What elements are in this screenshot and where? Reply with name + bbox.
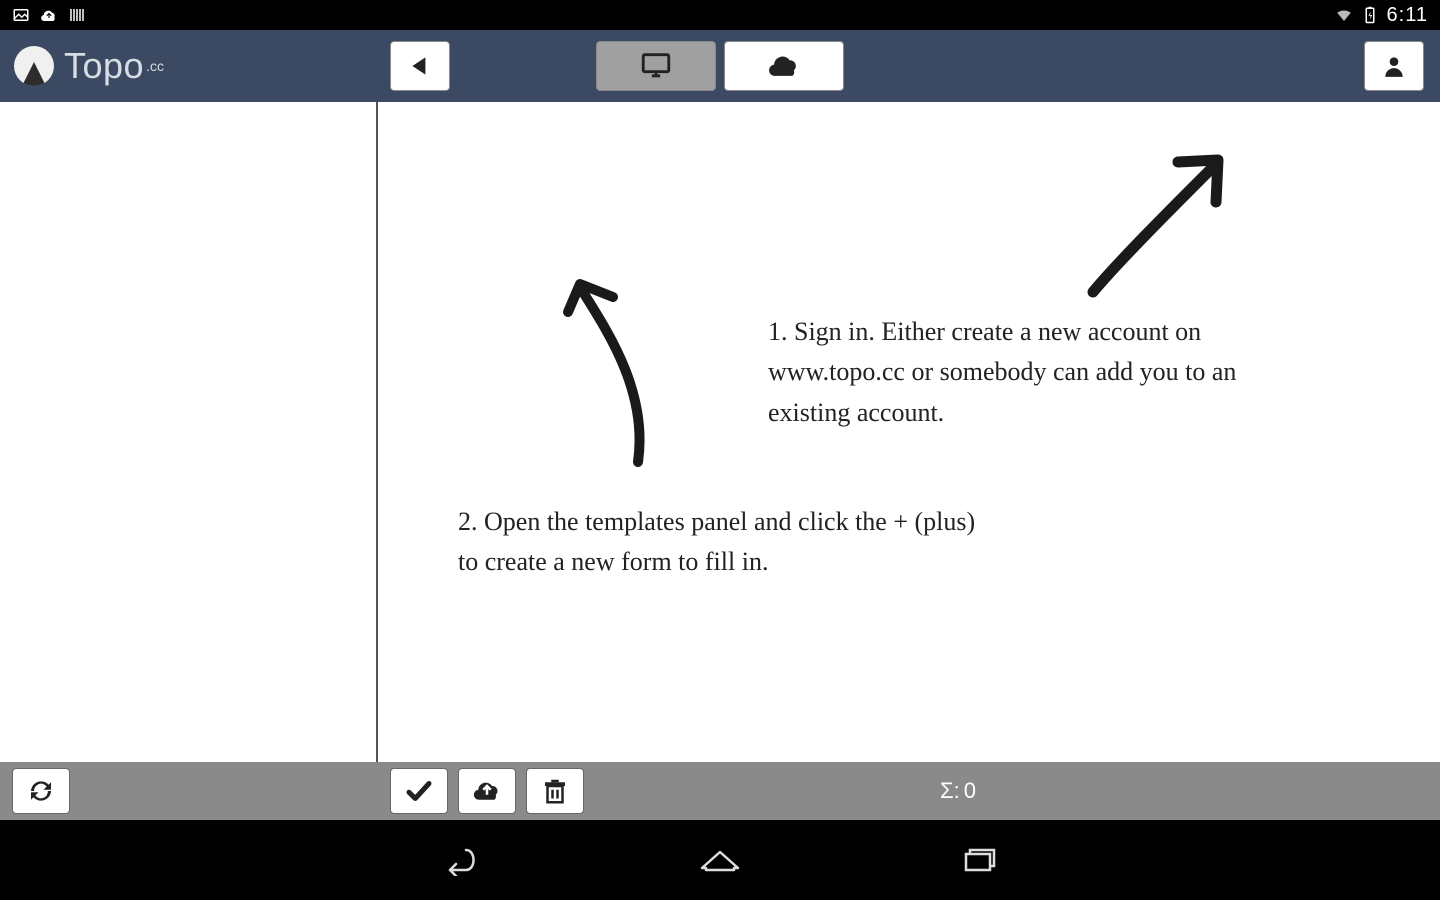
monitor-icon	[639, 49, 673, 83]
android-back-button[interactable]	[430, 840, 490, 880]
app-logo[interactable]: Topo.cc	[0, 30, 378, 102]
android-nav-bar	[0, 820, 1440, 900]
back-button[interactable]	[390, 41, 450, 91]
check-icon	[404, 776, 434, 806]
onboarding-tip-2: 2. Open the templates panel and click th…	[458, 502, 978, 583]
sum-status: Σ: 0	[940, 778, 976, 804]
barcode-icon	[68, 6, 86, 24]
cloud-upload-icon	[40, 6, 58, 24]
profile-button[interactable]	[1364, 41, 1424, 91]
arrow-to-signin-icon	[1078, 142, 1238, 302]
content-area: 1. Sign in. Either create a new account …	[0, 102, 1440, 762]
templates-panel[interactable]	[0, 102, 378, 762]
sigma-label: Σ:	[940, 778, 960, 804]
local-device-tab[interactable]	[596, 41, 716, 91]
app-header: Topo.cc	[0, 30, 1440, 102]
image-icon	[12, 6, 30, 24]
action-bar: Σ: 0	[0, 762, 1440, 820]
canvas-panel: 1. Sign in. Either create a new account …	[378, 102, 1440, 762]
android-home-button[interactable]	[690, 840, 750, 880]
nav-home-icon	[696, 844, 744, 876]
person-icon	[1381, 53, 1407, 79]
triangle-left-icon	[407, 53, 433, 79]
sync-button[interactable]	[12, 768, 70, 814]
logo-mountain-icon	[14, 46, 54, 86]
wifi-icon	[1335, 6, 1353, 24]
trash-icon	[540, 776, 570, 806]
status-time: 6:11	[1387, 4, 1428, 27]
onboarding-tip-1: 1. Sign in. Either create a new account …	[768, 312, 1298, 433]
nav-recents-icon	[956, 844, 1004, 876]
cloud-upload-icon	[472, 776, 502, 806]
sigma-value: 0	[964, 778, 976, 804]
delete-button[interactable]	[526, 768, 584, 814]
arrow-to-templates-icon	[558, 272, 678, 472]
app-name: Topo	[64, 45, 144, 87]
confirm-button[interactable]	[390, 768, 448, 814]
cloud-tab[interactable]	[724, 41, 844, 91]
cloud-icon	[767, 49, 801, 83]
nav-back-icon	[436, 844, 484, 876]
app-suffix: .cc	[146, 58, 164, 74]
battery-charging-icon	[1361, 6, 1379, 24]
android-recents-button[interactable]	[950, 840, 1010, 880]
upload-button[interactable]	[458, 768, 516, 814]
android-status-bar: 6:11	[0, 0, 1440, 30]
sync-icon	[26, 776, 56, 806]
